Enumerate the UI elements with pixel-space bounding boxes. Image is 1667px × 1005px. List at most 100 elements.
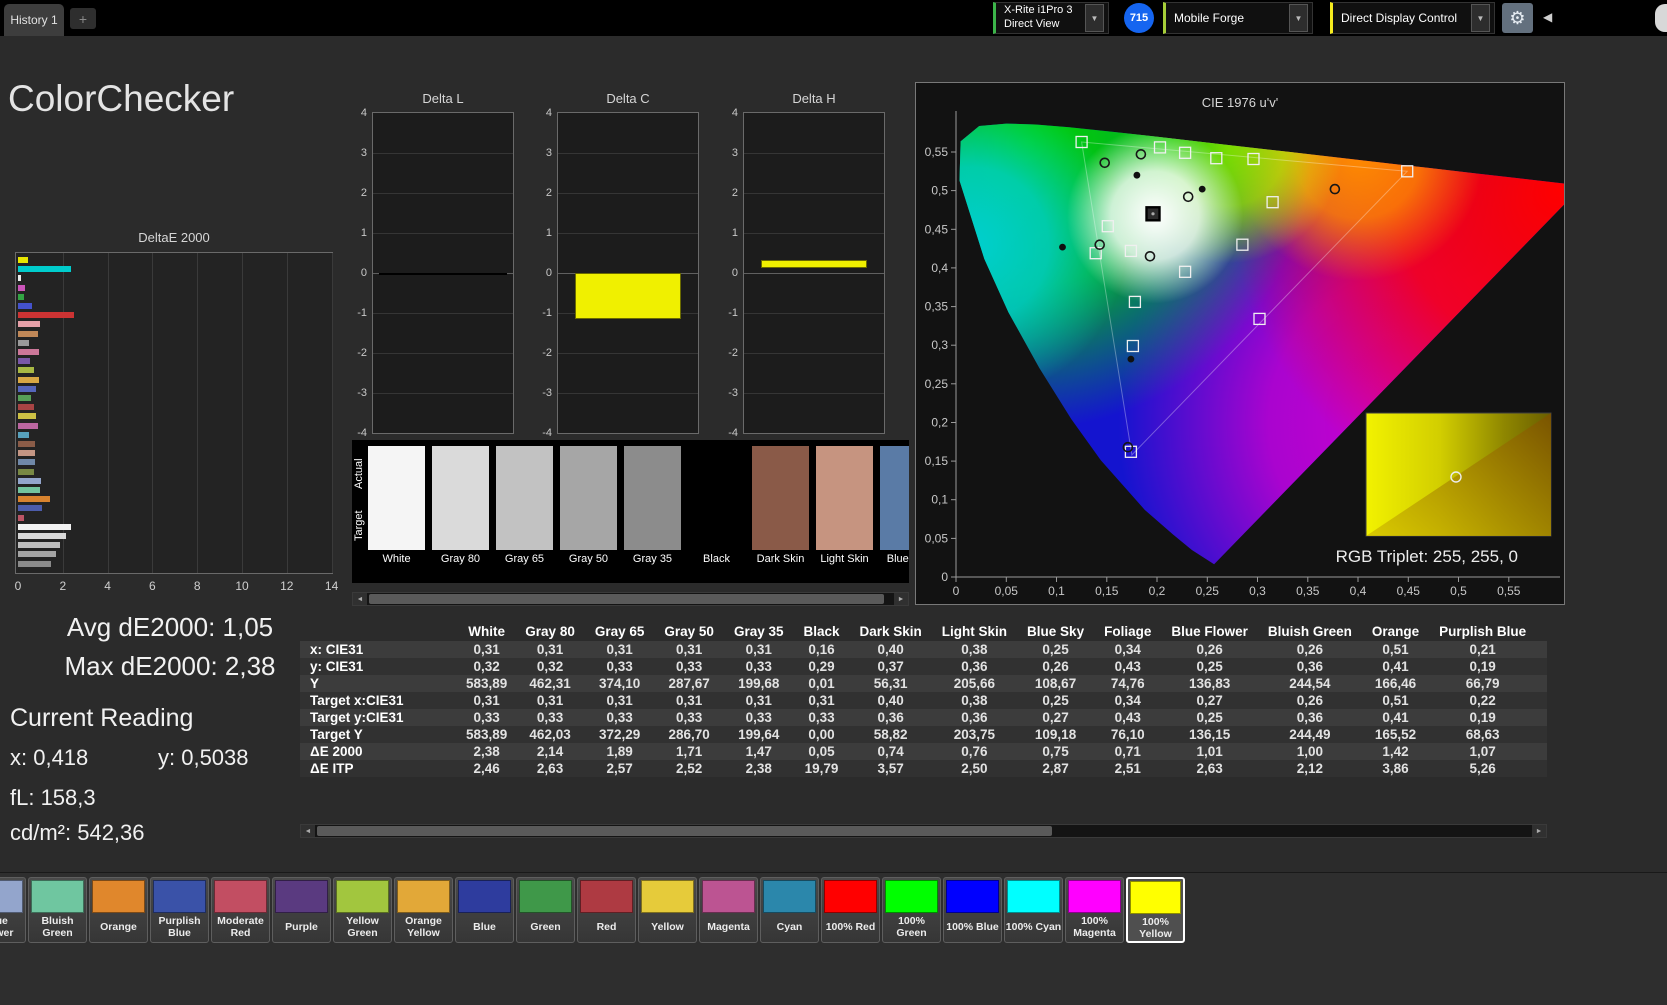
collapse-panel-icon[interactable]: ◀ — [1543, 10, 1552, 24]
gridline — [373, 193, 513, 194]
table-row: Y 583,89 462,31 374,10 287,67 199,68 0,01 56,31… — [300, 675, 1547, 692]
column-header: Bluish Green — [1267, 624, 1352, 639]
table-cell: 0,00 — [808, 727, 835, 742]
patch-button-100-yellow[interactable]: 100% Yellow — [1126, 877, 1185, 943]
y-axis-tick-label: -4 — [542, 427, 552, 439]
results-table-scrollbar[interactable]: ◄ ► — [300, 824, 1547, 838]
meter-status-badge[interactable]: 715 — [1124, 3, 1154, 33]
y-axis-tick-label: 4 — [731, 107, 738, 119]
table-cell: 0,31 — [676, 693, 703, 708]
patch-button-green[interactable]: Green — [516, 877, 575, 943]
patch-button-purplish-blue[interactable]: Purplish Blue — [150, 877, 209, 943]
patch-button-yellow-green[interactable]: Yellow Green — [333, 877, 392, 943]
row-label: ΔE 2000 — [310, 744, 363, 759]
table-cell: 2,63 — [536, 761, 564, 776]
patch-button-purple[interactable]: Purple — [272, 877, 331, 943]
patch-button-moderate-red[interactable]: Moderate Red — [211, 877, 270, 943]
table-cell: 0,28 — [1536, 743, 1547, 760]
x-axis-tick-label: 2 — [59, 579, 67, 593]
reading-stats: Avg dE2000: 1,05 Max dE2000: 2,38 Curren… — [10, 606, 330, 846]
pattern-toolbar: Blue Flower Bluish Green Orange Purplish Bl… — [0, 872, 1667, 1005]
deltae-bar — [18, 496, 50, 503]
table-cell: 372,29 — [598, 727, 641, 742]
scrollbar-thumb[interactable] — [317, 826, 1052, 836]
add-tab-button[interactable]: + — [70, 8, 96, 29]
meter-dropdown[interactable]: X-Rite i1Pro 3 Direct View ▼ — [993, 2, 1109, 34]
column-header: Dark Skin — [859, 624, 922, 639]
gridline — [373, 313, 513, 314]
patch-button-orange-yellow[interactable]: Orange Yellow — [394, 877, 453, 943]
cie-measured-dot — [1133, 171, 1141, 179]
chevron-down-icon[interactable]: ▼ — [1085, 4, 1104, 32]
scroll-right-icon[interactable]: ► — [894, 593, 908, 605]
deltae-bar — [18, 560, 51, 567]
chevron-down-icon[interactable]: ▼ — [1471, 4, 1490, 32]
workflow-dropdown[interactable]: Direct Display Control ▼ — [1330, 2, 1495, 34]
y-axis-tick-label: 0,5 — [931, 184, 948, 198]
deltae-bar — [18, 395, 32, 401]
y-axis-tick-label: 0 — [360, 267, 367, 279]
table-cell: 0,46 — [1536, 641, 1547, 658]
patch-button-yellow[interactable]: Yellow — [638, 877, 697, 943]
patch-button-100-red[interactable]: 100% Red — [821, 877, 880, 943]
scrollbar-thumb[interactable] — [369, 594, 884, 604]
scroll-left-icon[interactable]: ◄ — [301, 825, 315, 837]
patch-color-swatch — [702, 880, 755, 913]
settings-gear-button[interactable]: ⚙ — [1502, 3, 1533, 33]
patch-button-bluish-green[interactable]: Bluish Green — [28, 877, 87, 943]
table-cell: 0,05 — [808, 744, 835, 759]
x-axis-tick-label: 0,5 — [1450, 584, 1467, 598]
patch-button-100-cyan[interactable]: 100% Cyan — [1004, 877, 1063, 943]
x-axis-tick-label: 8 — [193, 579, 201, 593]
table-cell: 56,31 — [873, 676, 908, 691]
patch-button-blue-flower[interactable]: Blue Flower — [0, 877, 26, 943]
x-axis-tick-label: 0,45 — [1397, 584, 1421, 598]
patch-button-100-green[interactable]: 100% Green — [882, 877, 941, 943]
table-cell: 0,33 — [606, 659, 633, 674]
table-cell: 2,46 — [473, 761, 500, 776]
table-cell: 244,54 — [1289, 676, 1331, 691]
patch-label: Moderate Red — [217, 915, 264, 939]
table-cell: 1,42 — [1382, 744, 1409, 759]
table-cell: 2,50 — [961, 761, 988, 776]
patch-color-swatch — [275, 880, 328, 913]
cie-chart-canvas: 0,55 0,5 0,45 0,4 0,35 0,3 0,25 0,2 0,15 0,1 0,05 0… — [916, 83, 1564, 604]
gridline — [744, 353, 884, 354]
table-cell: 0,31 — [745, 642, 772, 657]
y-axis-tick-label: 3 — [360, 147, 367, 159]
source-dropdown[interactable]: Mobile Forge ▼ — [1163, 2, 1313, 34]
rgb-triplet-readout: RGB Triplet: 255, 255, 0 — [1335, 547, 1518, 566]
delta-bar — [574, 273, 682, 319]
table-cell: 462,31 — [529, 676, 571, 691]
table-cell: 462,03 — [529, 727, 571, 742]
patch-button-magenta[interactable]: Magenta — [699, 877, 758, 943]
row-label: Target x:CIE31 — [310, 693, 404, 708]
table-cell: 203,75 — [953, 727, 996, 742]
column-header: Blue Flower — [1171, 624, 1248, 639]
patch-label: Purple — [285, 921, 318, 934]
patch-button-blue[interactable]: Blue — [455, 877, 514, 943]
swatch-strip-scrollbar[interactable]: ◄ ► — [352, 592, 909, 606]
table-cell: 0,31 — [606, 642, 633, 657]
history-tab[interactable]: History 1 — [4, 4, 64, 36]
patch-button-orange[interactable]: Orange — [89, 877, 148, 943]
swatch-label: Gray 50 — [568, 553, 609, 565]
y-axis-tick-label: 0,25 — [925, 377, 949, 391]
scroll-right-icon[interactable]: ► — [1532, 825, 1546, 837]
patch-button-red[interactable]: Red — [577, 877, 636, 943]
gridline — [331, 253, 333, 573]
deltae-bar — [18, 404, 34, 411]
chevron-down-icon[interactable]: ▼ — [1289, 4, 1308, 32]
table-cell: 244,49 — [1289, 727, 1331, 742]
swatch-label: Blue Sky — [886, 553, 909, 565]
table-cell: 0,19 — [1469, 659, 1496, 674]
deltae-bar — [18, 505, 42, 512]
side-panel-handle[interactable] — [1655, 4, 1667, 32]
deltae-bar — [18, 275, 21, 282]
patch-button-cyan[interactable]: Cyan — [760, 877, 819, 943]
patch-button-100-magenta[interactable]: 100% Magenta — [1065, 877, 1124, 943]
patch-button-100-blue[interactable]: 100% Blue — [943, 877, 1002, 943]
table-row: Target Y 583,89 462,03 372,29 286,70 199,64 0,… — [300, 726, 1547, 743]
x-axis-tick-label: 0,1 — [1048, 584, 1065, 598]
scroll-left-icon[interactable]: ◄ — [353, 593, 367, 605]
